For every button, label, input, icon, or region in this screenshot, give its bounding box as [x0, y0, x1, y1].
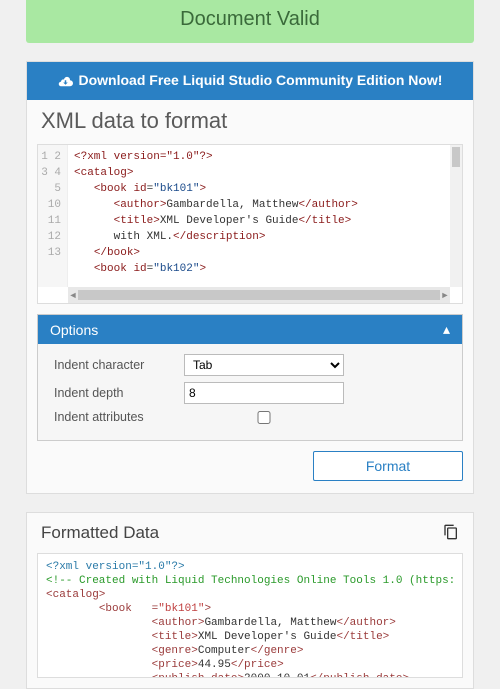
options-panel: Options ▴ Indent character TabSpace Inde…	[37, 314, 463, 441]
formatted-output[interactable]: <?xml version="1.0"?> <!-- Created with …	[37, 553, 463, 678]
collapse-icon: ▴	[443, 321, 450, 338]
download-text: Download Free Liquid Studio Community Ed…	[79, 72, 443, 88]
editor-content[interactable]: <?xml version="1.0"?> <catalog> <book id…	[68, 145, 450, 287]
copy-icon[interactable]	[443, 524, 459, 543]
formatted-title: Formatted Data	[41, 523, 159, 543]
options-body: Indent character TabSpace Indent depth I…	[38, 344, 462, 440]
indent-attributes-checkbox[interactable]	[184, 411, 344, 424]
scroll-left-icon[interactable]: ◄	[68, 287, 78, 303]
editor-vertical-scrollbar[interactable]	[450, 145, 462, 287]
options-title: Options	[50, 322, 98, 338]
indent-character-label: Indent character	[54, 358, 174, 372]
input-section: Download Free Liquid Studio Community Ed…	[26, 61, 474, 494]
indent-depth-input[interactable]	[184, 382, 344, 404]
download-link[interactable]: Download Free Liquid Studio Community Ed…	[27, 62, 473, 100]
editor-line-numbers: 1 2 3 4 5 10 11 12 13	[38, 145, 68, 287]
status-banner: Document Valid	[26, 0, 474, 43]
editor-horizontal-scrollbar[interactable]: ◄ ►	[68, 287, 450, 303]
format-row: Format	[27, 441, 473, 493]
indent-attributes-label: Indent attributes	[54, 410, 174, 424]
xml-input-editor[interactable]: 1 2 3 4 5 10 11 12 13 <?xml version="1.0…	[37, 144, 463, 304]
indent-character-select[interactable]: TabSpace	[184, 354, 344, 376]
format-button[interactable]: Format	[313, 451, 463, 481]
indent-depth-label: Indent depth	[54, 386, 174, 400]
input-title: XML data to format	[27, 100, 473, 140]
scroll-right-icon[interactable]: ►	[440, 287, 450, 303]
cloud-download-icon	[58, 74, 73, 90]
options-toggle[interactable]: Options ▴	[38, 315, 462, 344]
